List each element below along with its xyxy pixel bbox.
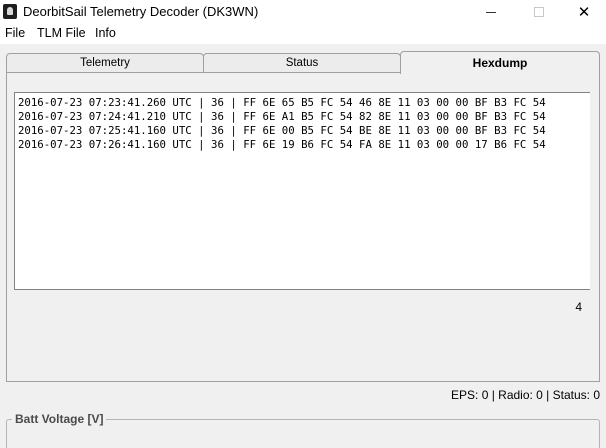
hexdump-line[interactable]: 2016-07-23 07:23:41.260 UTC | 36 | FF 6E… [18, 96, 546, 109]
minimize-button[interactable] [468, 0, 514, 24]
window-title: DeorbitSail Telemetry Decoder (DK3WN) [23, 4, 259, 19]
hexdump-count: 4 [575, 300, 582, 314]
title-bar: DeorbitSail Telemetry Decoder (DK3WN) ✕ [0, 0, 606, 24]
close-button[interactable]: ✕ [561, 0, 606, 24]
close-icon: ✕ [577, 4, 591, 21]
menu-info[interactable]: Info [95, 26, 116, 40]
maximize-icon [534, 7, 544, 17]
maximize-button[interactable] [516, 0, 562, 24]
hexdump-line[interactable]: 2016-07-23 07:24:41.210 UTC | 36 | FF 6E… [18, 110, 546, 123]
tab-hexdump[interactable]: Hexdump [400, 51, 600, 74]
hexdump-line[interactable]: 2016-07-23 07:25:41.160 UTC | 36 | FF 6E… [18, 124, 546, 137]
batt-voltage-label: Batt Voltage [V] [12, 412, 107, 426]
minimize-icon [486, 11, 496, 13]
hexdump-list[interactable]: 2016-07-23 07:23:41.260 UTC | 36 | FF 6E… [14, 92, 590, 290]
menu-bar: File TLM File Info [0, 24, 606, 44]
menu-tlm-file[interactable]: TLM File [37, 26, 86, 40]
hexdump-line[interactable]: 2016-07-23 07:26:41.160 UTC | 36 | FF 6E… [18, 138, 546, 151]
app-icon[interactable] [3, 4, 17, 19]
tab-status[interactable]: Status [203, 53, 401, 73]
menu-file[interactable]: File [5, 26, 25, 40]
status-counters: EPS: 0 | Radio: 0 | Status: 0 [451, 388, 600, 402]
tab-telemetry[interactable]: Telemetry [6, 53, 204, 73]
